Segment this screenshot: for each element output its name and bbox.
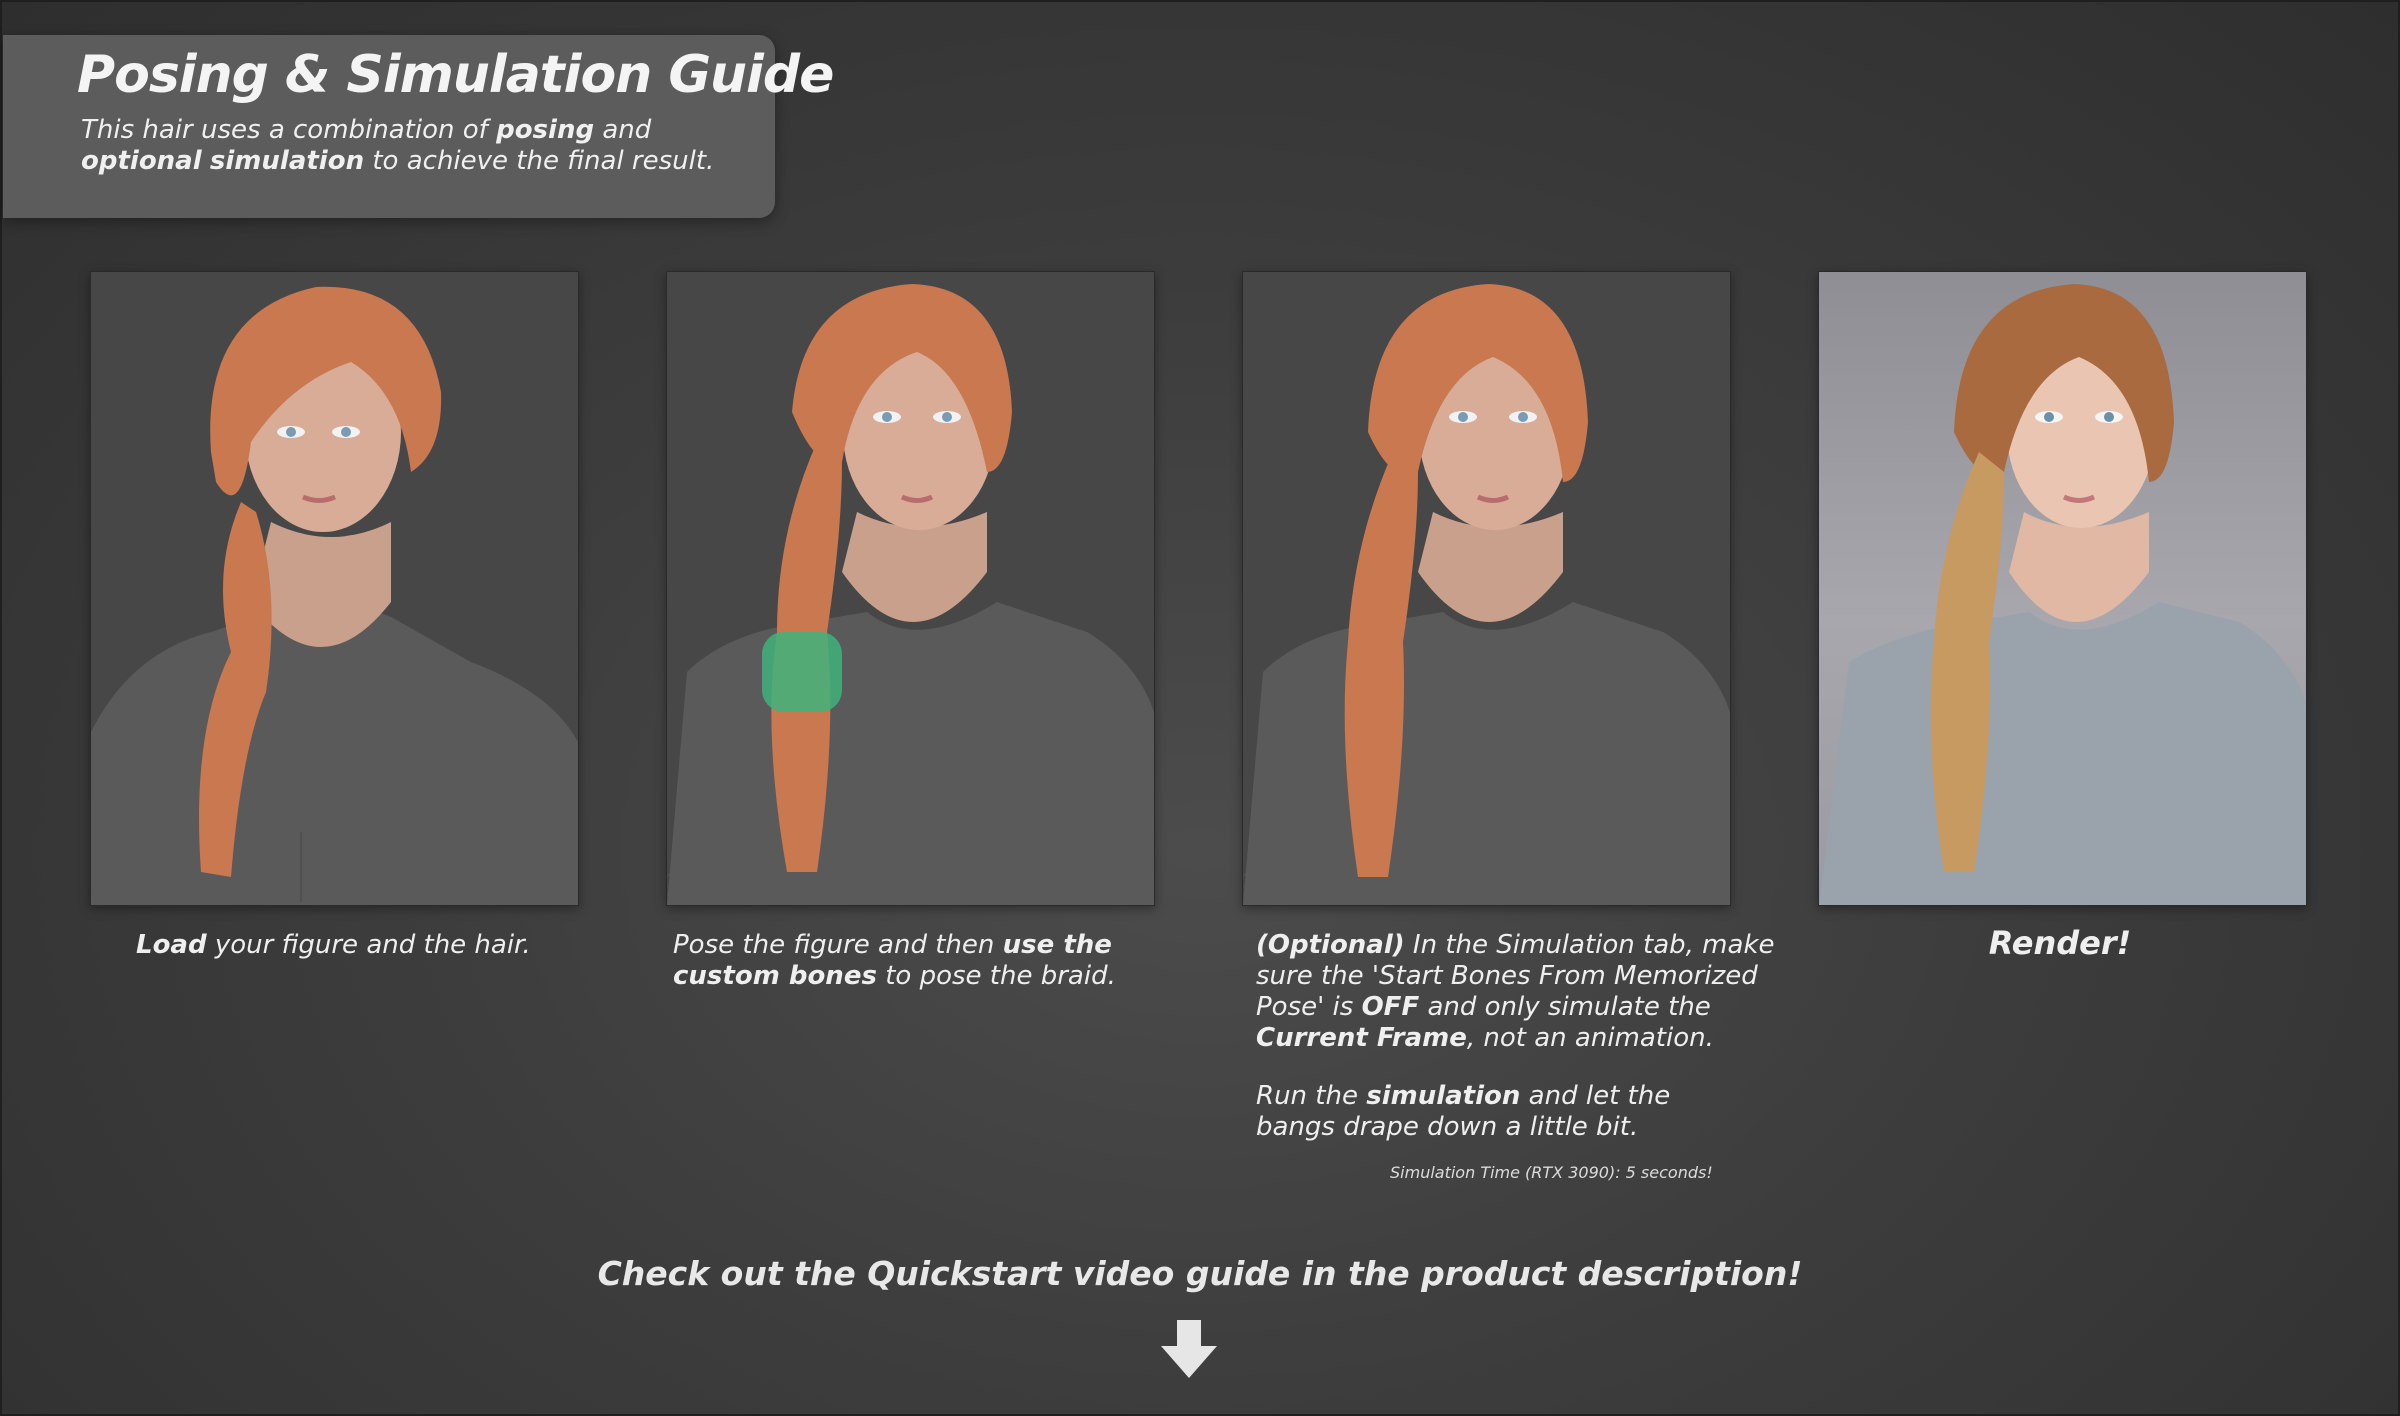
- figure-illustration: [667, 284, 1154, 905]
- title-banner: Posing & Simulation Guide This hair uses…: [3, 35, 834, 218]
- caption-emphasis: custom bones: [673, 961, 877, 991]
- step-3-image: [1242, 271, 1731, 906]
- step-4-caption: Render!: [1988, 924, 2132, 962]
- caption-text: Pose the figure and then: [673, 930, 1003, 960]
- caption-emphasis: Current Frame: [1256, 1023, 1467, 1053]
- subtitle-text: to achieve the final result.: [364, 146, 715, 176]
- render-illustration: [1819, 284, 2306, 905]
- subtitle-text: This hair uses a combination of: [81, 115, 497, 145]
- caption-emphasis: Load: [136, 930, 207, 960]
- caption-text: Run the: [1256, 1081, 1367, 1111]
- caption-text: and only simulate the: [1419, 992, 1711, 1022]
- subtitle-text: and: [594, 115, 652, 145]
- caption-emphasis: OFF: [1361, 992, 1420, 1022]
- step-3-caption-2: Run the simulation and let the bangs dra…: [1256, 1081, 1676, 1143]
- caption-text: your figure and the hair.: [206, 930, 531, 960]
- subtitle-emphasis: simulation: [209, 146, 365, 176]
- simulation-time-note: Simulation Time (RTX 3090): 5 seconds!: [1390, 1163, 1713, 1182]
- subtitle-emphasis: posing: [496, 115, 595, 145]
- caption-emphasis: use the: [1002, 930, 1112, 960]
- page-subtitle: This hair uses a combination of posing a…: [81, 115, 761, 177]
- caption-emphasis: (Optional): [1256, 930, 1405, 960]
- step-3-caption: (Optional) In the Simulation tab, make s…: [1256, 930, 1776, 1054]
- step-1-image: [90, 271, 579, 906]
- subtitle-text: [202, 146, 210, 176]
- caption-text: , not an animation.: [1466, 1023, 1714, 1053]
- step-2-caption: Pose the figure and then use the custom …: [673, 930, 1143, 992]
- figure-illustration: [1243, 284, 1730, 905]
- caption-text: to pose the braid.: [876, 961, 1116, 991]
- page-title: Posing & Simulation Guide: [77, 45, 834, 105]
- figure-illustration: [91, 286, 578, 905]
- quickstart-callout: Check out the Quickstart video guide in …: [597, 1254, 1803, 1293]
- step-2-image: [666, 271, 1155, 906]
- step-1-caption: Load your figure and the hair.: [136, 930, 556, 961]
- subtitle-emphasis: optional: [81, 146, 202, 176]
- down-arrow-icon: [1161, 1320, 1217, 1378]
- caption-emphasis: simulation: [1366, 1081, 1521, 1111]
- step-4-image: [1818, 271, 2307, 906]
